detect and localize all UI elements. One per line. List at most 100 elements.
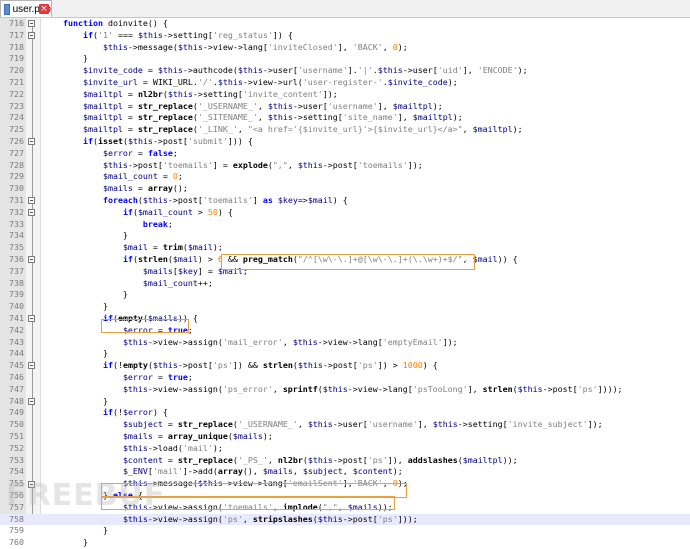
line-number: 721: [9, 77, 24, 87]
line-number: 741: [9, 313, 24, 323]
code-line[interactable]: 734 }: [0, 230, 690, 242]
code-line[interactable]: 758 $this->view->assign('ps', stripslash…: [0, 513, 690, 526]
code-line[interactable]: 716 function doinvite() {: [0, 18, 690, 30]
code-text: $invite_code = $this->authcode($this->us…: [82, 65, 528, 76]
code-text: $this->load('mail');: [122, 442, 223, 453]
line-number: 717: [9, 29, 24, 40]
code-text: break;: [142, 218, 173, 229]
line-number: 745: [9, 360, 24, 371]
code-line[interactable]: 726 if(isset($this->post['submit'])) {: [0, 136, 690, 148]
highlight-preg-match: [221, 254, 475, 270]
code-text: $mailtpl = nl2br($this->setting['invite_…: [82, 88, 338, 99]
code-line[interactable]: 746 $error = true;: [0, 372, 690, 384]
line-number: 748: [9, 395, 24, 406]
code-text: $mail_count++;: [142, 277, 213, 288]
file-icon: [4, 3, 10, 15]
code-line[interactable]: 730 $mails = array();: [0, 183, 690, 195]
code-text: }: [43, 230, 128, 241]
line-number: 722: [9, 88, 24, 99]
line-number: 732: [9, 206, 24, 217]
line-number: 743: [9, 336, 24, 347]
code-line[interactable]: 743 $this->view->assign('mail_error', $t…: [0, 337, 690, 349]
line-number: 716: [9, 18, 24, 28]
code-line[interactable]: 721 $invite_url = WIKI_URL.'/'.$this->vi…: [0, 77, 690, 89]
code-text: if('1' === $this->setting['reg_status'])…: [82, 29, 293, 40]
code-line[interactable]: 745 if(!empty($this->post['ps']) && strl…: [0, 360, 690, 372]
code-line[interactable]: 752 $this->load('mail');: [0, 443, 690, 455]
line-number: 731: [9, 195, 24, 205]
code-editor[interactable]: 716 function doinvite() {717 if('1' === …: [0, 18, 690, 547]
line-number: 735: [9, 242, 24, 253]
line-number: 749: [9, 407, 24, 418]
code-text: $mail_count = 0;: [102, 171, 183, 182]
line-number: 733: [9, 218, 24, 229]
code-line[interactable]: 727 $error = false;: [0, 148, 690, 160]
watermark: FREEBUF: [6, 478, 166, 513]
code-line[interactable]: 718 $this->message($this->view->lang['in…: [0, 42, 690, 54]
tab-user-php[interactable]: user.php ×: [0, 0, 52, 17]
close-icon[interactable]: ×: [39, 4, 49, 14]
code-line[interactable]: 754 $_ENV['mail']->add(array(), $mails, …: [0, 466, 690, 478]
code-line[interactable]: 732 if($mail_count > 50) {: [0, 207, 690, 219]
code-text: if($mail_count > 50) {: [122, 206, 233, 217]
code-line[interactable]: 719 }: [0, 53, 690, 65]
code-line[interactable]: 740 }: [0, 301, 690, 313]
code-text: $subject = str_replace('_USERNAME_', $th…: [122, 419, 603, 430]
code-line[interactable]: 738 $mail_count++;: [0, 278, 690, 290]
code-line[interactable]: 735 $mail = trim($mail);: [0, 242, 690, 254]
code-line[interactable]: 733 break;: [0, 219, 690, 231]
line-number: 730: [9, 183, 24, 194]
code-line[interactable]: 750 $subject = str_replace('_USERNAME_',…: [0, 419, 690, 431]
line-number: 752: [9, 442, 24, 453]
code-text: }: [43, 395, 108, 406]
code-line[interactable]: 751 $mails = array_unique($mails);: [0, 431, 690, 443]
code-text: }: [43, 301, 108, 312]
code-text: if(!empty($this->post['ps']) && strlen($…: [102, 360, 438, 371]
code-text: function doinvite() {: [62, 18, 168, 28]
code-line[interactable]: 731 foreach($this->post['toemails'] as $…: [0, 195, 690, 207]
line-number: 759: [9, 525, 24, 536]
code-line[interactable]: 759 }: [0, 525, 690, 537]
code-line[interactable]: 725 $mailtpl = str_replace('_LINK_', "<a…: [0, 124, 690, 136]
code-line[interactable]: 722 $mailtpl = nl2br($this->setting['inv…: [0, 89, 690, 101]
code-text: }: [43, 537, 88, 548]
code-text: $this->view->assign('ps', stripslashes($…: [122, 513, 418, 524]
code-text: $mailtpl = str_replace('_USERNAME_', $th…: [82, 100, 443, 111]
code-line[interactable]: 723 $mailtpl = str_replace('_USERNAME_',…: [0, 101, 690, 113]
code-line[interactable]: 717 if('1' === $this->setting['reg_statu…: [0, 30, 690, 42]
code-line[interactable]: 729 $mail_count = 0;: [0, 171, 690, 183]
line-number: 736: [9, 254, 24, 264]
tab-bar: user.php ×: [0, 0, 690, 18]
code-line[interactable]: 749 if(!$error) {: [0, 407, 690, 419]
code-text: $this->message($this->view->lang['invite…: [102, 41, 408, 52]
code-text: $invite_url = WIKI_URL.'/'.$this->view->…: [82, 77, 458, 87]
line-number: 720: [9, 65, 24, 76]
code-text: }: [43, 348, 108, 359]
line-number: 729: [9, 171, 24, 182]
code-line[interactable]: 744 }: [0, 348, 690, 360]
line-number: 754: [9, 466, 24, 477]
code-text: }: [43, 289, 128, 300]
line-number: 758: [9, 513, 24, 524]
line-number: 726: [9, 136, 24, 146]
line-number: 739: [9, 289, 24, 300]
code-line[interactable]: 760 }: [0, 537, 690, 549]
code-text: $mail = trim($mail);: [122, 242, 223, 253]
line-number: 737: [9, 265, 24, 276]
code-line[interactable]: 739 }: [0, 289, 690, 301]
line-number: 727: [9, 147, 24, 158]
code-line[interactable]: 748 }: [0, 396, 690, 408]
code-text: $error = true;: [122, 372, 193, 382]
code-line[interactable]: 753 $content = str_replace('_PS_', nl2br…: [0, 455, 690, 467]
code-text: $mailtpl = str_replace('_SITENAME_', $th…: [82, 112, 463, 123]
code-text: $mails = array();: [102, 183, 188, 194]
code-line[interactable]: 728 $this->post['toemails'] = explode(",…: [0, 160, 690, 172]
code-text: $mails = array_unique($mails);: [122, 431, 273, 441]
code-line[interactable]: 720 $invite_code = $this->authcode($this…: [0, 65, 690, 77]
code-text: if(isset($this->post['submit'])) {: [82, 136, 253, 146]
code-line[interactable]: 724 $mailtpl = str_replace('_SITENAME_',…: [0, 112, 690, 124]
line-number: 750: [9, 419, 24, 430]
code-line[interactable]: 747 $this->view->assign('ps_error', spri…: [0, 384, 690, 396]
line-number: 724: [9, 112, 24, 123]
code-text: $mails[$key] = $mail;: [142, 265, 248, 276]
